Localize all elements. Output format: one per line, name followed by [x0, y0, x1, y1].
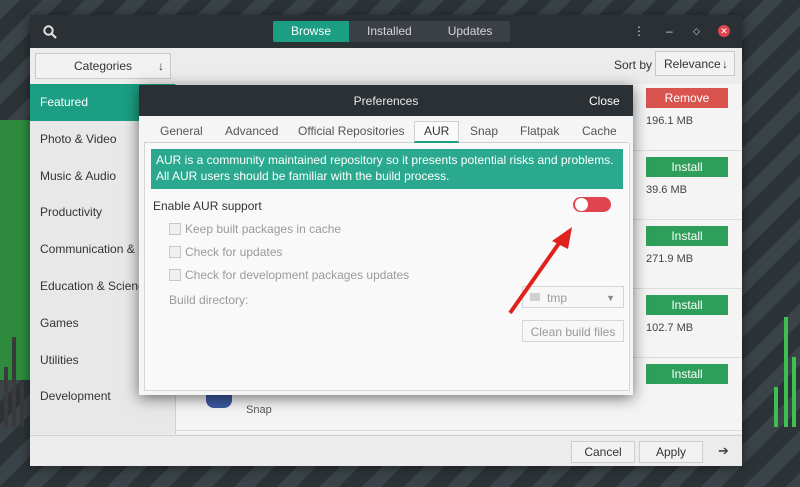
- dialog-title-bar: Preferences Close: [139, 85, 633, 116]
- desktop-decoration-bars: [770, 307, 800, 427]
- option-label: Check for development packages updates: [185, 268, 410, 282]
- keep-packages-option[interactable]: Keep built packages in cache: [169, 222, 341, 236]
- search-icon[interactable]: [42, 24, 58, 40]
- arrow-right-icon[interactable]: ➔: [718, 443, 729, 459]
- app-size: 39.6 MB: [646, 184, 687, 196]
- enable-aur-label: Enable AUR support: [153, 199, 262, 213]
- arrow-down-icon: ↓: [158, 59, 164, 73]
- app-size: 196.1 MB: [646, 115, 694, 127]
- build-directory-label: Build directory:: [169, 293, 249, 307]
- checkbox[interactable]: [169, 246, 181, 258]
- app-size: 102.7 MB: [646, 322, 694, 334]
- dialog-title: Preferences: [353, 94, 419, 108]
- sort-dropdown[interactable]: Relevance ↓: [655, 51, 735, 76]
- tab-installed[interactable]: Installed: [349, 21, 430, 42]
- maximize-icon[interactable]: ◇: [693, 24, 700, 38]
- banner-line-2: All AUR users should be familiar with th…: [156, 169, 450, 183]
- app-size: 271.9 MB: [646, 253, 694, 265]
- desktop-decoration-bars-left: [0, 327, 30, 427]
- minimize-icon[interactable]: –: [666, 24, 673, 38]
- sort-value: Relevance: [664, 57, 721, 71]
- tab-browse[interactable]: Browse: [273, 21, 350, 42]
- toolbar: Categories ↓ Sort by Relevance ↓: [30, 48, 742, 84]
- categories-dropdown[interactable]: Categories ↓: [35, 53, 171, 79]
- app-icon: [206, 394, 232, 408]
- sort-label: Sort by: [614, 58, 653, 72]
- view-switcher: Browse Installed Updates: [273, 21, 511, 42]
- tab-official-repositories[interactable]: Official Repositories: [298, 120, 405, 142]
- remove-button[interactable]: Remove: [646, 88, 728, 108]
- dialog-close-button[interactable]: Close: [589, 94, 620, 108]
- annotation-arrow-icon: [508, 227, 572, 315]
- aur-warning-banner: AUR is a community maintained repository…: [151, 149, 623, 189]
- preferences-tabs: General Advanced Official Repositories A…: [144, 120, 628, 143]
- apply-button[interactable]: Apply: [639, 441, 703, 463]
- check-dev-updates-option[interactable]: Check for development packages updates: [169, 268, 409, 282]
- checkbox[interactable]: [169, 269, 181, 281]
- install-button[interactable]: Install: [646, 364, 728, 384]
- tab-snap[interactable]: Snap: [470, 120, 498, 142]
- menu-icon[interactable]: ⋮: [633, 24, 645, 38]
- tab-flatpak[interactable]: Flatpak: [520, 120, 559, 142]
- tab-updates[interactable]: Updates: [430, 21, 511, 42]
- install-button[interactable]: Install: [646, 226, 728, 246]
- tab-aur[interactable]: AUR: [414, 121, 460, 143]
- install-button[interactable]: Install: [646, 295, 728, 315]
- install-button[interactable]: Install: [646, 157, 728, 177]
- clean-build-files-button[interactable]: Clean build files: [522, 320, 624, 342]
- toggle-knob: [575, 198, 588, 211]
- checkbox[interactable]: [169, 223, 181, 235]
- cancel-button[interactable]: Cancel: [571, 441, 635, 463]
- option-label: Keep built packages in cache: [185, 222, 342, 236]
- enable-aur-toggle[interactable]: [573, 197, 611, 212]
- tab-cache[interactable]: Cache: [582, 120, 617, 142]
- check-updates-option[interactable]: Check for updates: [169, 245, 282, 259]
- chevron-down-icon: ▼: [606, 293, 615, 303]
- window-close-icon[interactable]: ✕: [718, 25, 730, 37]
- arrow-down-icon: ↓: [722, 57, 728, 71]
- row-divider: [176, 430, 742, 431]
- banner-line-1: AUR is a community maintained repository…: [156, 153, 614, 167]
- tab-general[interactable]: General: [160, 120, 203, 142]
- title-bar: Browse Installed Updates ⋮ – ◇ ✕: [30, 15, 742, 48]
- categories-label: Categories: [73, 59, 133, 73]
- bottom-bar: Cancel Apply ➔: [30, 435, 742, 466]
- tab-advanced[interactable]: Advanced: [225, 120, 278, 142]
- app-source-label: Snap: [246, 404, 272, 416]
- option-label: Check for updates: [185, 245, 283, 259]
